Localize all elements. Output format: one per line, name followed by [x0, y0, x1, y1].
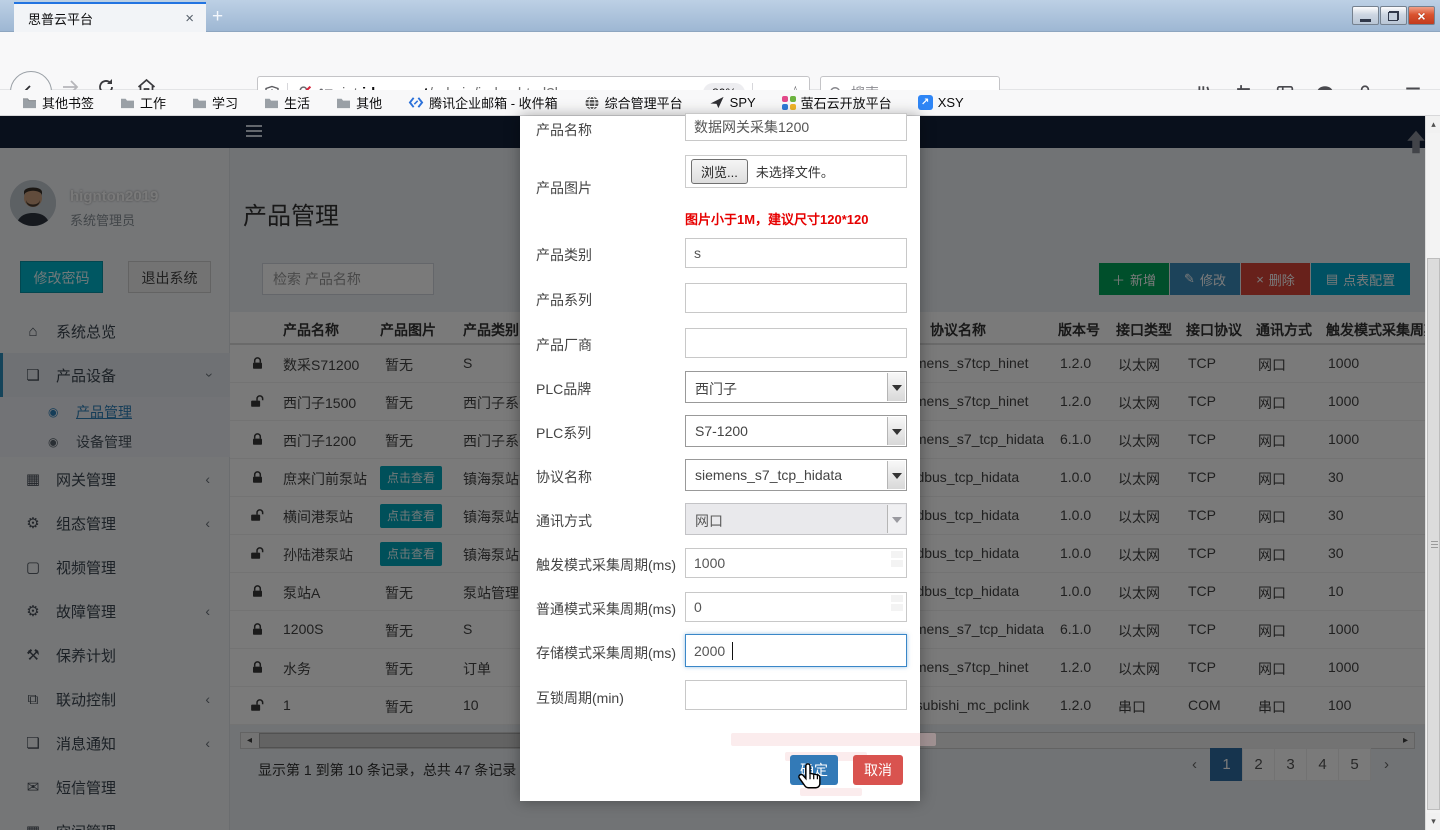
browser-vertical-scrollbar[interactable]: ▴ ▾ — [1425, 116, 1440, 830]
bookmark-folder-other[interactable]: 其他书签 — [22, 93, 94, 112]
scrollbar-thumb[interactable] — [1427, 258, 1440, 810]
field-label-vendor: 产品厂商 — [536, 335, 592, 355]
close-icon: × — [1417, 9, 1425, 23]
trigger-period-input[interactable] — [685, 548, 907, 578]
page-viewport: hignton2019 系统管理员 修改密码 退出系统 ⌂ 系统总览 ❏ 产品设… — [0, 116, 1440, 830]
product-image-file-input[interactable]: 浏览... 未选择文件。 — [685, 155, 907, 188]
restore-icon — [1388, 11, 1399, 21]
text-caret — [732, 642, 733, 660]
dropdown-arrow-icon[interactable] — [887, 417, 905, 445]
artifact-bar — [731, 733, 936, 746]
comm-mode-select-disabled: 网口 — [685, 503, 907, 535]
thumb-grip-icon — [1431, 541, 1438, 550]
folder-icon — [264, 96, 279, 109]
window-restore-button[interactable] — [1380, 6, 1407, 25]
bookmark-ezviz[interactable]: 萤石云开放平台 — [782, 93, 892, 112]
protocol-select[interactable]: siemens_s7_tcp_hidata — [685, 459, 907, 491]
folder-icon — [120, 96, 135, 109]
window-close-button[interactable]: × — [1408, 6, 1435, 25]
field-label-interlock: 互锁周期(min) — [536, 688, 624, 708]
field-label-comm: 通讯方式 — [536, 511, 592, 531]
field-label-normal-period: 普通模式采集周期(ms) — [536, 599, 676, 619]
window-minimize-button[interactable] — [1352, 6, 1379, 25]
number-spinner-icon[interactable] — [891, 551, 903, 569]
bookmark-life[interactable]: 生活 — [264, 93, 310, 112]
bookmark-misc[interactable]: 其他 — [336, 93, 382, 112]
product-edit-modal: 产品名称 产品图片 浏览... 未选择文件。 图片小于1M，建议尺寸120*12… — [520, 116, 920, 801]
field-label-trigger-period: 触发模式采集周期(ms) — [536, 555, 676, 575]
scroll-down-icon[interactable]: ▾ — [1426, 813, 1440, 830]
folder-icon — [22, 96, 37, 109]
ezviz-color-grid-icon — [782, 96, 796, 110]
bookmark-study[interactable]: 学习 — [192, 93, 238, 112]
browse-button[interactable]: 浏览... — [691, 159, 748, 184]
bookmark-mgmt-platform[interactable]: 综合管理平台 — [584, 93, 683, 112]
product-vendor-input[interactable] — [685, 328, 907, 358]
image-size-hint: 图片小于1M，建议尺寸120*120 — [685, 209, 869, 228]
plc-series-select[interactable]: S7-1200 — [685, 415, 907, 447]
field-label-series: 产品系列 — [536, 290, 592, 310]
bookmark-spy[interactable]: SPY — [709, 95, 756, 110]
product-category-input[interactable] — [685, 238, 907, 268]
bookmark-xsy[interactable]: ↗ XSY — [918, 95, 964, 110]
field-label-plc-series: PLC系列 — [536, 423, 591, 443]
tencent-mail-icon — [408, 95, 424, 110]
dropdown-arrow-icon[interactable] — [887, 373, 905, 401]
field-label-protocol: 协议名称 — [536, 467, 592, 487]
dropdown-arrow-icon — [887, 505, 905, 533]
field-label-image: 产品图片 — [536, 178, 592, 198]
normal-period-input[interactable] — [685, 592, 907, 622]
field-label-category: 产品类别 — [536, 245, 592, 265]
bookmark-work[interactable]: 工作 — [120, 93, 166, 112]
bookmark-tencent-mail[interactable]: 腾讯企业邮箱 - 收件箱 — [408, 93, 558, 112]
scroll-up-icon[interactable]: ▴ — [1426, 116, 1440, 133]
new-tab-button[interactable]: + — [212, 6, 223, 28]
minimize-icon — [1360, 19, 1371, 22]
field-label-plc-brand: PLC品牌 — [536, 379, 591, 399]
product-name-input[interactable] — [685, 113, 907, 141]
tab-close-icon[interactable]: × — [181, 10, 198, 27]
browser-titlebar: 思普云平台 × + × — [0, 0, 1440, 32]
browser-tab[interactable]: 思普云平台 × — [14, 2, 206, 32]
paper-plane-icon — [709, 95, 725, 110]
dropdown-arrow-icon[interactable] — [887, 461, 905, 489]
no-file-text: 未选择文件。 — [756, 162, 834, 181]
interlock-period-input[interactable] — [685, 680, 907, 710]
storage-period-input[interactable] — [685, 634, 907, 667]
field-label-storage-period: 存储模式采集周期(ms) — [536, 643, 676, 663]
field-label-name: 产品名称 — [536, 120, 592, 140]
cancel-button[interactable]: 取消 — [853, 755, 903, 785]
screen: 思普云平台 × + × iot.idosp.net/admin/index.ht… — [0, 0, 1440, 830]
blue-arrow-square-icon: ↗ — [918, 95, 933, 110]
hand-cursor-icon — [796, 762, 826, 794]
product-series-input[interactable] — [685, 283, 907, 313]
browser-toolbar: iot.idosp.net/admin/index.html?langu 80%… — [0, 32, 1440, 90]
number-spinner-icon[interactable] — [891, 595, 903, 613]
tab-title: 思普云平台 — [28, 9, 181, 28]
folder-icon — [336, 96, 351, 109]
folder-icon — [192, 96, 207, 109]
globe-icon — [584, 95, 600, 111]
plc-brand-select[interactable]: 西门子 — [685, 371, 907, 403]
